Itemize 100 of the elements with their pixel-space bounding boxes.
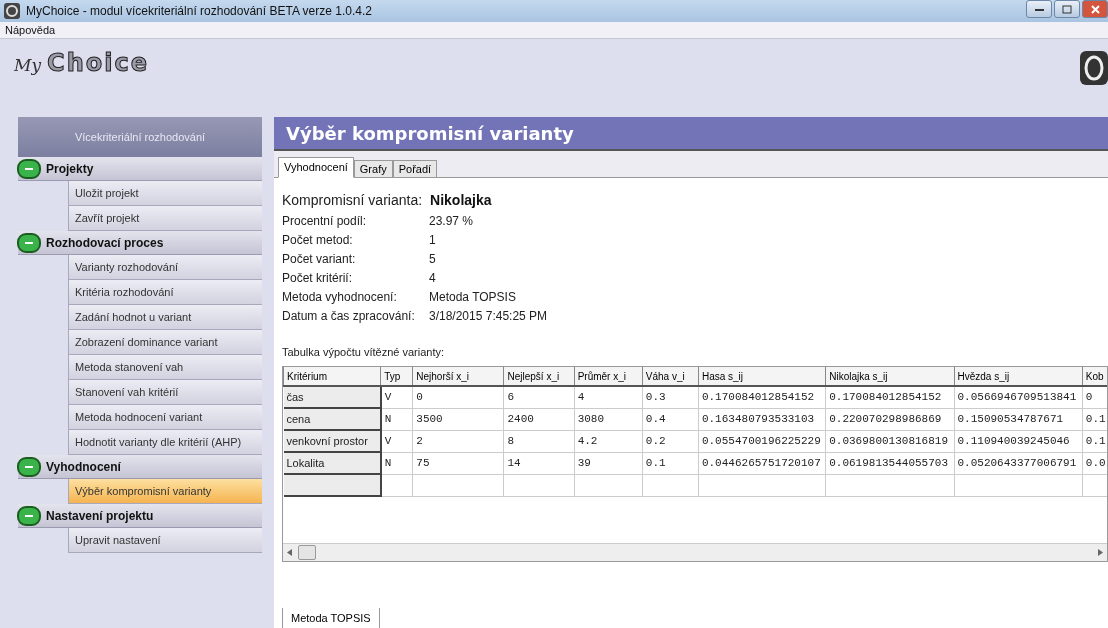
table-cell: 0.0520643377006791 — [954, 452, 1083, 474]
column-header[interactable]: Hvězda s_ij — [954, 367, 1083, 386]
close-icon — [1090, 4, 1100, 14]
app-logo: My Choice — [14, 49, 149, 77]
table-cell: 0.2 — [642, 430, 699, 452]
sidebar-item[interactable]: Uložit projekt — [68, 181, 262, 206]
fact-label: Metoda vyhodnocení: — [282, 290, 398, 305]
scroll-left-icon[interactable] — [287, 549, 292, 556]
method-tab[interactable]: Metoda TOPSIS — [282, 608, 380, 628]
column-header[interactable]: Nejlepší x_i — [504, 367, 575, 386]
table-cell: V — [380, 430, 413, 452]
fact-value: Metoda TOPSIS — [429, 290, 517, 305]
row-header: čas — [283, 386, 381, 408]
table-cell: 0.0619813544055703 — [825, 452, 954, 474]
tab[interactable]: Vyhodnocení — [278, 157, 354, 178]
table-cell: 0.0446265751720107 — [698, 452, 826, 474]
table-cell: 0.220070298986869 — [825, 408, 954, 430]
table-cell: 0.15090534787671 — [954, 408, 1083, 430]
table-cell: 0.1 — [642, 452, 699, 474]
sidebar-item[interactable]: Zavřít projekt — [68, 206, 262, 231]
window-title: MyChoice - modul vícekriteriální rozhodování BETA verze 1.0.4.2 — [26, 4, 373, 18]
table-cell: 0.0566946709513841 — [954, 386, 1083, 408]
sidebar-group[interactable]: Projekty — [18, 157, 262, 181]
collapse-icon[interactable] — [16, 157, 42, 180]
table-cell: 3080 — [574, 408, 643, 430]
table-cell: 3500 — [412, 408, 504, 430]
panel-title: Výběr kompromisní varianty — [274, 117, 1108, 151]
maximize-icon — [1062, 4, 1072, 14]
fact-label: Datum a čas zpracování: — [282, 309, 416, 324]
result-value: Nikolajka — [430, 192, 492, 208]
scroll-right-icon[interactable] — [1098, 549, 1103, 556]
column-header[interactable]: Kritérium — [283, 367, 381, 386]
result-label: Kompromisní varianta: — [282, 192, 423, 208]
table-cell: 4 — [574, 386, 643, 408]
sidebar-item[interactable]: Metoda stanovení vah — [68, 355, 262, 380]
column-header[interactable]: Váha v_i — [642, 367, 699, 386]
sidebar-item[interactable]: Kritéria rozhodování — [68, 280, 262, 305]
sidebar-group[interactable]: Rozhodovací proces — [18, 231, 262, 255]
table-cell: 0.0554700196225229 — [698, 430, 826, 452]
fact-label: Počet metod: — [282, 233, 354, 248]
table-cell: 6 — [504, 386, 575, 408]
table-cell: N — [380, 452, 413, 474]
sidebar-item[interactable]: Hodnotit varianty dle kritérií (AHP) — [68, 430, 262, 455]
sidebar-group[interactable]: Nastavení projektu — [18, 504, 262, 528]
table-cell: 0.170084012854152 — [698, 386, 826, 408]
table-cell: 0 — [412, 386, 504, 408]
table-cell: 39 — [574, 452, 643, 474]
sidebar-group[interactable]: Vyhodnocení — [18, 455, 262, 479]
table-cell: 0.170084012854152 — [825, 386, 954, 408]
column-header[interactable]: Typ — [380, 367, 413, 386]
table-cell: V — [380, 386, 413, 408]
column-header[interactable]: Kob — [1082, 367, 1107, 386]
minimize-button[interactable] — [1026, 0, 1052, 18]
sidebar-header: Vícekriteriální rozhodování — [18, 117, 262, 157]
collapse-icon[interactable] — [16, 455, 42, 478]
fact-value: 5 — [429, 252, 437, 267]
fact-value: 4 — [429, 271, 437, 286]
table-cell: 0.3 — [642, 386, 699, 408]
tab[interactable]: Grafy — [353, 160, 393, 177]
sidebar-item[interactable]: Stanovení vah kritérií — [68, 380, 262, 405]
tab[interactable]: Pořadí — [392, 160, 438, 177]
table-cell: 2 — [412, 430, 504, 452]
fact-label: Počet variant: — [282, 252, 357, 267]
table-cell: 4.2 — [574, 430, 643, 452]
fact-value: 23.97 % — [429, 214, 475, 229]
fact-value: 3/18/2015 7:45:25 PM — [429, 309, 549, 324]
row-header: Lokalita — [283, 452, 381, 474]
sidebar-item[interactable]: Metoda hodnocení variant — [68, 405, 262, 430]
sidebar-item[interactable]: Varianty rozhodování — [68, 255, 262, 280]
row-header: venkovní prostor — [283, 430, 381, 452]
sidebar-item[interactable]: Výběr kompromisní varianty — [68, 479, 262, 504]
column-header[interactable]: Průměr x_i — [574, 367, 643, 386]
sidebar-item[interactable]: Upravit nastavení — [68, 528, 262, 553]
app-logo-icon — [4, 3, 20, 19]
table-cell: 0.4 — [642, 408, 699, 430]
row-header: cena — [283, 408, 381, 430]
fact-label: Procentní podíl: — [282, 214, 368, 229]
table-cell: 14 — [504, 452, 575, 474]
column-header[interactable]: Nikolajka s_ij — [825, 367, 954, 386]
table-cell: 75 — [412, 452, 504, 474]
table-cell: 2400 — [504, 408, 575, 430]
fact-value: 1 — [429, 233, 437, 248]
column-header[interactable]: Nejhorší x_i — [412, 367, 504, 386]
close-button[interactable] — [1082, 0, 1108, 18]
table-caption: Tabulka výpočtu vítězné varianty: — [282, 346, 446, 358]
collapse-icon[interactable] — [16, 231, 42, 254]
table-cell: N — [380, 408, 413, 430]
horizontal-scrollbar[interactable] — [283, 543, 1107, 561]
sidebar-item[interactable]: Zadání hodnot u variant — [68, 305, 262, 330]
scroll-thumb[interactable] — [298, 545, 316, 560]
minimize-icon — [1034, 7, 1044, 11]
table-cell: 8 — [504, 430, 575, 452]
table-cell: 0.110940039245046 — [954, 430, 1083, 452]
table-cell: 0.0369800130816819 — [825, 430, 954, 452]
logo-emblem-icon — [1080, 51, 1108, 85]
menu-item[interactable]: Nápověda — [5, 24, 56, 36]
collapse-icon[interactable] — [16, 504, 42, 527]
column-header[interactable]: Hasa s_ij — [698, 367, 826, 386]
sidebar-item[interactable]: Zobrazení dominance variant — [68, 330, 262, 355]
table-cell: 0.163480793533103 — [698, 408, 826, 430]
